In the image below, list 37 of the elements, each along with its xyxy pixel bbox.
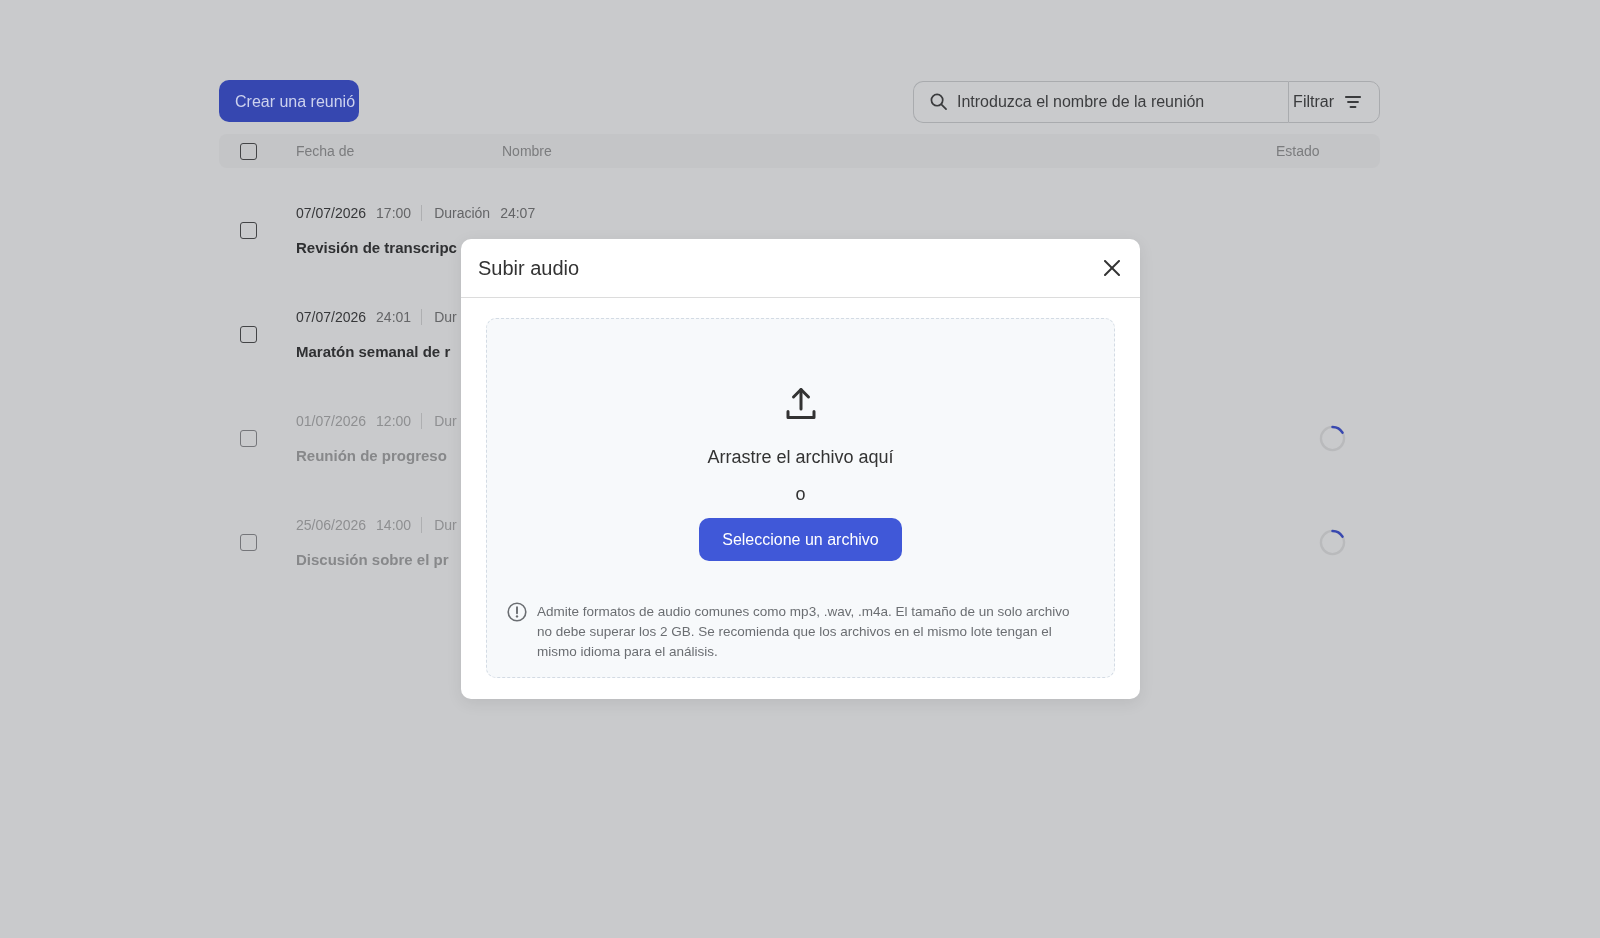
- checkbox[interactable]: [240, 325, 257, 343]
- column-header: Estado: [1276, 143, 1321, 159]
- filter-icon: [1345, 96, 1361, 108]
- time-text: 14:00: [376, 517, 412, 533]
- time-text: 12:00: [376, 413, 412, 429]
- upload-icon: [785, 387, 816, 420]
- date-text: 01/07/2026: [296, 413, 367, 429]
- column-header: Nombre: [502, 143, 553, 159]
- time-text: 24:01: [376, 309, 412, 325]
- meeting-title[interactable]: Revisión de transcripc: [296, 238, 457, 256]
- checkbox[interactable]: [240, 142, 257, 160]
- search-field[interactable]: Introduzca el nombre de la reunión: [913, 81, 1289, 123]
- info-icon: [507, 602, 527, 622]
- checkbox[interactable]: [240, 429, 257, 447]
- dialog-title: Subir audio: [478, 256, 580, 280]
- format-note: Admite formatos de audio comunes como mp3, .wav, .m4a. El tamaño de un solo archivo no debe superar los 2 GB. Se recomienda que los archivos en el mismo lote tengan el mismo idioma para el análisis.: [537, 603, 1071, 661]
- duration-text: 24:07: [500, 205, 536, 221]
- checkbox[interactable]: [240, 221, 257, 239]
- select-file-button[interactable]: Seleccione un archivo: [699, 518, 902, 561]
- duration-label: Dur: [434, 413, 457, 429]
- checkbox[interactable]: [240, 533, 257, 551]
- search-icon: [930, 93, 947, 110]
- filter-button[interactable]: Filtrar: [1288, 81, 1380, 123]
- date-text: 25/06/2026: [296, 517, 367, 533]
- separator-text: o: [795, 483, 806, 506]
- drop-zone[interactable]: [486, 318, 1115, 678]
- duration-label: Duración: [434, 205, 491, 221]
- create-meeting-button[interactable]: Crear una reunió: [219, 80, 359, 122]
- date-text: 07/07/2026: [296, 309, 367, 325]
- column-header: Fecha de: [296, 143, 356, 159]
- date-text: 07/07/2026: [296, 205, 367, 221]
- meeting-title[interactable]: Maratón semanal de r: [296, 342, 451, 360]
- duration-label: Dur: [434, 517, 457, 533]
- close-icon: [1104, 260, 1120, 276]
- time-text: 17:00: [376, 205, 412, 221]
- drop-prompt: Arrastre el archivo aquí: [707, 446, 894, 469]
- duration-label: Dur: [434, 309, 457, 325]
